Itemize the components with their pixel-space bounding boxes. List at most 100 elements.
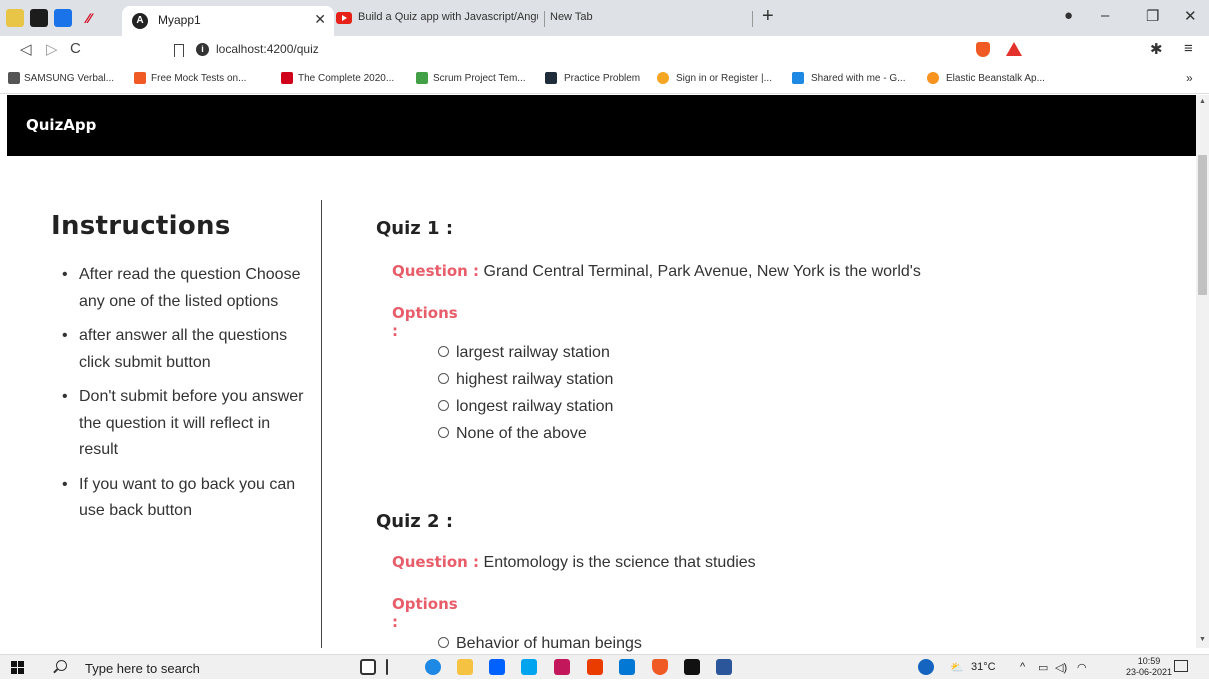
option-item[interactable]: longest railway station [438,398,613,416]
bookmark-icon [927,72,939,84]
option-item[interactable]: largest railway station [438,344,610,362]
brand-logo[interactable]: QuizApp [26,116,96,134]
tab-youtube[interactable]: Build a Quiz app with Javascript/Angu [336,10,544,28]
bookmark-icon [416,72,428,84]
radio-button[interactable] [438,373,449,384]
close-tab-icon[interactable]: ✕ [314,11,326,28]
terminal-icon[interactable] [684,659,700,675]
question-label: Question : [392,553,480,571]
radio-button[interactable] [438,346,449,357]
instruction-item: after answer all the questions click sub… [62,323,307,376]
bookmark-item[interactable]: The Complete 2020... [298,73,394,84]
option-label: Behavior of human beings [456,635,642,652]
bookmark-item[interactable]: Practice Problem [564,73,640,84]
scroll-down-icon[interactable]: ▼ [1199,636,1206,643]
start-button[interactable] [11,661,24,674]
profile-icon[interactable]: ● [1064,7,1073,24]
close-window-button[interactable]: ✕ [1184,7,1197,25]
option-item[interactable]: None of the above [438,425,587,443]
office-icon[interactable] [587,659,603,675]
pinned-tab-flag-icon[interactable] [54,9,72,27]
edge-icon[interactable] [425,659,441,675]
menu-icon[interactable]: ≡ [1184,40,1193,57]
pinned-tab-wave-icon[interactable]: ⁄⁄ [80,9,98,27]
option-item[interactable]: Behavior of human beings [438,635,642,653]
pinned-tab-notion-icon[interactable] [30,9,48,27]
new-tab-button[interactable]: + [762,5,774,28]
powerautomate-icon[interactable] [521,659,537,675]
bookmark-icon [792,72,804,84]
search-placeholder: Type here to search [85,661,200,676]
tab-title: Build a Quiz app with Javascript/Angu [358,11,538,23]
bookmarks-bar: SAMSUNG Verbal... Free Mock Tests on... … [0,64,1209,94]
minimize-button[interactable]: – [1101,7,1109,24]
word-icon[interactable] [716,659,732,675]
tab-title: Myapp1 [158,13,201,27]
sidebar-divider [321,200,322,648]
radio-button[interactable] [438,400,449,411]
instructions-list: After read the question Choose any one o… [62,262,307,533]
option-item[interactable]: highest railway station [438,371,613,389]
radio-button[interactable] [438,637,449,648]
brave-rewards-icon[interactable] [1006,42,1022,56]
tab-myapp1[interactable]: A Myapp1 ✕ [122,6,334,36]
help-icon[interactable] [918,659,934,675]
page-scrollbar[interactable]: ▲ ▼ [1196,95,1209,648]
notification-icon[interactable] [1174,660,1188,672]
extensions-icon[interactable]: ✱ [1150,40,1163,58]
question-line: Question : Grand Central Terminal, Park … [392,262,921,281]
bookmark-item[interactable]: SAMSUNG Verbal... [24,73,114,84]
options-label: Options : [392,595,458,631]
volume-icon[interactable]: ◁) [1055,661,1067,674]
weather-temp[interactable]: 31°C [971,661,996,673]
file-explorer-icon[interactable] [457,659,473,675]
brave-shield-icon[interactable] [976,42,990,57]
app-icon[interactable] [554,659,570,675]
taskbar-search[interactable]: Type here to search [44,655,344,680]
option-label: largest railway station [456,344,610,361]
reload-button[interactable]: C [70,40,81,57]
tab-divider [544,11,545,27]
tab-new-tab[interactable]: New Tab [550,11,593,23]
weather-icon[interactable]: ⛅ [950,661,964,674]
scrollbar-thumb[interactable] [1198,155,1207,295]
pinned-tab-analytics-icon[interactable] [6,9,24,27]
tray-chevron-icon[interactable]: ^ [1020,661,1025,673]
bookmark-icon [8,72,20,84]
clock[interactable]: 10:59 23-06-2021 [1126,656,1172,678]
app-icon[interactable] [619,659,635,675]
search-icon [56,660,67,671]
instruction-item: After read the question Choose any one o… [62,262,307,315]
browser-toolbar: ◁ ▷ C i localhost:4200/quiz ✱ ≡ [0,36,1209,64]
bookmark-icon[interactable] [174,44,184,57]
task-view-icon[interactable] [360,659,376,675]
bookmark-item[interactable]: Free Mock Tests on... [151,73,246,84]
quiz-card-2: Quiz 2 : Question : Entomology is the sc… [376,511,756,652]
scroll-up-icon[interactable]: ▲ [1199,98,1206,105]
question-label: Question : [392,262,480,280]
radio-button[interactable] [438,427,449,438]
instruction-item: If you want to go back you can use back … [62,472,307,525]
more-bookmarks-icon[interactable]: » [1186,71,1193,85]
address-bar[interactable]: localhost:4200/quiz [216,42,319,56]
back-button[interactable]: ◁ [20,40,32,58]
restore-button[interactable]: ❐ [1146,7,1159,25]
angular-icon: A [132,13,148,29]
battery-icon[interactable]: ▭ [1038,661,1048,674]
option-label: None of the above [456,425,587,442]
option-label: longest railway station [456,398,614,415]
pinned-tab-spacer [102,9,120,27]
bookmark-item[interactable]: Sign in or Register |... [676,73,772,84]
dropbox-icon[interactable] [489,659,505,675]
bookmark-item[interactable]: Elastic Beanstalk Ap... [946,73,1045,84]
site-info-icon[interactable]: i [196,43,209,56]
network-icon[interactable]: ◠ [1077,661,1087,674]
bookmark-icon [657,72,669,84]
instruction-item: Don't submit before you answer the quest… [62,384,307,464]
forward-button[interactable]: ▷ [46,40,58,58]
bookmark-item[interactable]: Scrum Project Tem... [433,73,526,84]
bookmark-item[interactable]: Shared with me - G... [811,73,905,84]
bookmark-icon [281,72,293,84]
brave-icon[interactable] [652,659,668,675]
options-label: Options : [392,304,458,340]
